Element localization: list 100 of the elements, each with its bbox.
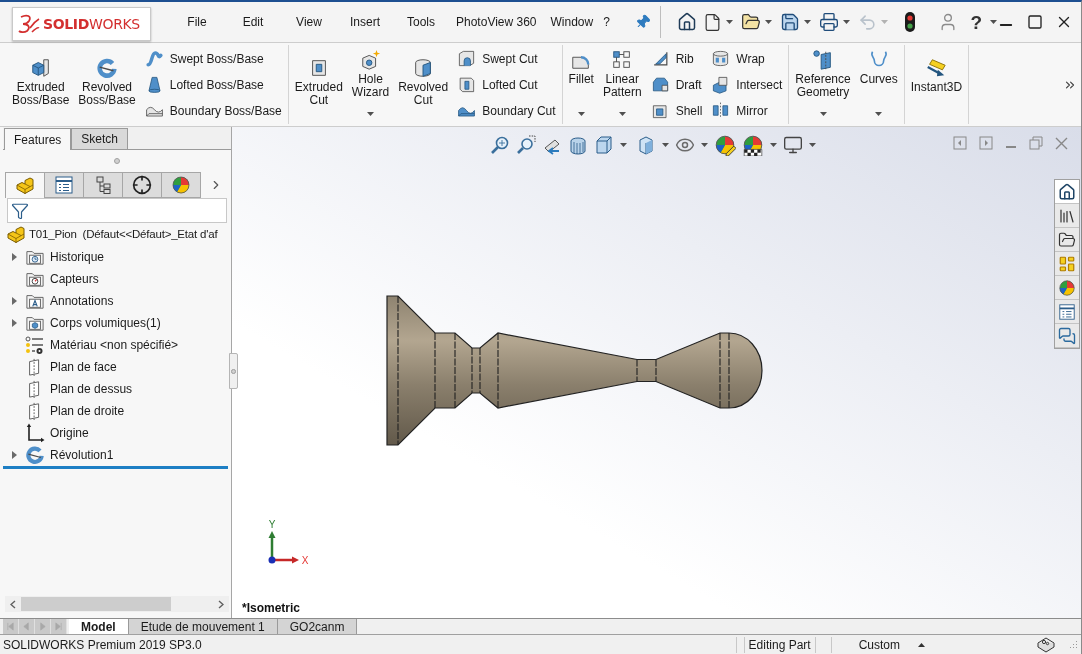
expand-arrow-icon[interactable]: [11, 451, 17, 459]
help-button[interactable]: ?: [970, 12, 982, 32]
scroll-right-icon[interactable]: [218, 599, 224, 609]
menu-item[interactable]: File: [169, 10, 225, 34]
ribbon-tool-button[interactable]: Intersect: [709, 71, 785, 98]
zoom-icon[interactable]: [490, 135, 510, 155]
expand-arrow-icon[interactable]: [11, 253, 17, 261]
ribbon-tool-button[interactable]: Boundary Cut: [455, 97, 558, 124]
ribbon-tool-button[interactable]: Fillet: [566, 45, 596, 124]
tree-item[interactable]: Corps volumiques(1): [25, 314, 161, 332]
document-tab[interactable]: Model: [69, 619, 129, 634]
tree-item[interactable]: Révolution1: [25, 445, 114, 465]
caret-icon[interactable]: [809, 143, 816, 147]
tree-item[interactable]: Annotations: [25, 292, 114, 310]
filter-icon[interactable]: [11, 201, 29, 220]
grip-dot-icon[interactable]: [114, 158, 120, 164]
tree-item[interactable]: Historique: [25, 248, 105, 266]
home-icon[interactable]: [677, 12, 698, 32]
caret-icon[interactable]: [577, 112, 585, 116]
panel-right-icon[interactable]: [979, 136, 993, 150]
expand-arrow-icon[interactable]: [11, 319, 17, 327]
part-block-icon: [15, 175, 35, 196]
caret-icon[interactable]: [662, 143, 669, 147]
command-tab[interactable]: Features: [4, 128, 72, 150]
folder-icon[interactable]: [741, 12, 762, 32]
tree-item[interactable]: Origine: [25, 423, 89, 443]
expand-arrow-icon[interactable]: [11, 297, 17, 305]
ribbon-tool-button[interactable]: Linear Pattern: [600, 45, 644, 124]
ribbon-tool-button[interactable]: Reference Geometry: [793, 45, 853, 124]
tree-item[interactable]: Plan de dessus: [25, 380, 133, 398]
menu-item[interactable]: View: [281, 10, 337, 34]
ribbon-tool-button[interactable]: Boundary Boss/Base: [142, 97, 284, 124]
axes-icon: [25, 423, 45, 443]
caret-icon[interactable]: [765, 20, 773, 24]
caret-icon[interactable]: [726, 20, 734, 24]
ribbon-tool-button[interactable]: Revolved Cut: [396, 45, 451, 124]
tree-item[interactable]: Matériau <non spécifié>: [25, 335, 179, 355]
caret-icon[interactable]: [990, 20, 997, 24]
ribbon-tool-button[interactable]: Mirror: [709, 97, 785, 124]
ribbon-tool-button[interactable]: Instant3D: [908, 45, 965, 124]
zoom-area-icon[interactable]: [516, 135, 536, 155]
caret-icon[interactable]: [367, 112, 374, 116]
manager-tab[interactable]: [122, 172, 162, 198]
caret-icon[interactable]: [804, 20, 812, 24]
ribbon-tool-button[interactable]: Hole Wizard: [349, 45, 392, 124]
section-cylinder-icon[interactable]: [568, 135, 588, 155]
printer-icon[interactable]: [819, 12, 840, 32]
menu-item[interactable]: Insert: [337, 10, 393, 34]
document-tab[interactable]: GO2canm: [277, 619, 358, 634]
ball-checkerboard-icon[interactable]: [742, 134, 764, 156]
menu-item[interactable]: Edit: [225, 10, 281, 34]
caret-icon[interactable]: [620, 143, 627, 147]
ribbon-tool-button[interactable]: Curves: [857, 45, 900, 124]
horizontal-scrollbar[interactable]: [5, 596, 229, 612]
shaded-box-icon[interactable]: [636, 135, 656, 155]
ribbon-tool-button[interactable]: Swept Cut: [455, 45, 558, 72]
ribbon-tool-button[interactable]: Extruded Cut: [292, 45, 345, 124]
caret-up-icon[interactable]: [918, 642, 925, 647]
menu-item[interactable]: Tools: [393, 10, 449, 34]
tube-icon: [144, 49, 164, 68]
ball-pencil-icon[interactable]: [714, 134, 736, 156]
caret-icon[interactable]: [875, 112, 883, 116]
tree-item[interactable]: Plan de droite: [25, 402, 125, 420]
ribbon-tool-button[interactable]: Revolved Boss/Base: [76, 45, 138, 124]
document-tab[interactable]: Etude de mouvement 1: [128, 619, 278, 634]
eye-icon[interactable]: [675, 135, 695, 155]
tree-item[interactable]: T01_Pion (Défaut<<Défaut>_Etat d'af: [6, 225, 218, 245]
ribbon-tool-button[interactable]: Lofted Cut: [455, 71, 558, 98]
caret-icon[interactable]: [770, 143, 777, 147]
scroll-left-icon[interactable]: [10, 599, 16, 609]
ribbon-tool-button[interactable]: Rib: [648, 45, 705, 72]
ribbon-tool-button[interactable]: Draft: [648, 71, 705, 98]
grip-dot-icon[interactable]: [231, 368, 236, 374]
ribbon-tool-button[interactable]: Extruded Boss/Base: [10, 45, 72, 124]
panel-handle[interactable]: [229, 353, 238, 389]
caret-icon[interactable]: [843, 20, 851, 24]
command-tab[interactable]: Sketch: [71, 128, 129, 149]
ribbon-tool-button[interactable]: Swept Boss/Base: [142, 45, 284, 72]
ribbon-tool-button[interactable]: Shell: [648, 97, 705, 124]
caret-icon[interactable]: [618, 112, 626, 116]
tilted-box-icon[interactable]: [1037, 636, 1055, 653]
manager-tab[interactable]: [44, 172, 84, 198]
cube-icon[interactable]: [594, 135, 614, 155]
menu-item[interactable]: PhotoView 360: [449, 10, 544, 34]
caret-icon[interactable]: [819, 112, 827, 116]
filter-field[interactable]: [7, 198, 227, 223]
monitor-icon[interactable]: [783, 135, 803, 155]
caret-icon[interactable]: [701, 143, 708, 147]
tree-item[interactable]: Plan de face: [25, 358, 117, 376]
ribbon-tool-button[interactable]: Wrap: [709, 45, 785, 72]
units-button[interactable]: Custom: [858, 635, 900, 654]
scrollbar-thumb[interactable]: [21, 597, 171, 611]
menu-item[interactable]: Window: [543, 10, 601, 34]
traffic-light-icon[interactable]: [904, 11, 917, 33]
ribbon-tool-button[interactable]: Lofted Boss/Base: [142, 71, 284, 98]
panel-left-icon[interactable]: [953, 136, 967, 150]
maximize-icon[interactable]: [1027, 14, 1043, 30]
menu-item[interactable]: ?: [600, 10, 613, 34]
tree-item[interactable]: Capteurs: [25, 270, 99, 288]
resize-grip-icon[interactable]: [1069, 640, 1078, 649]
